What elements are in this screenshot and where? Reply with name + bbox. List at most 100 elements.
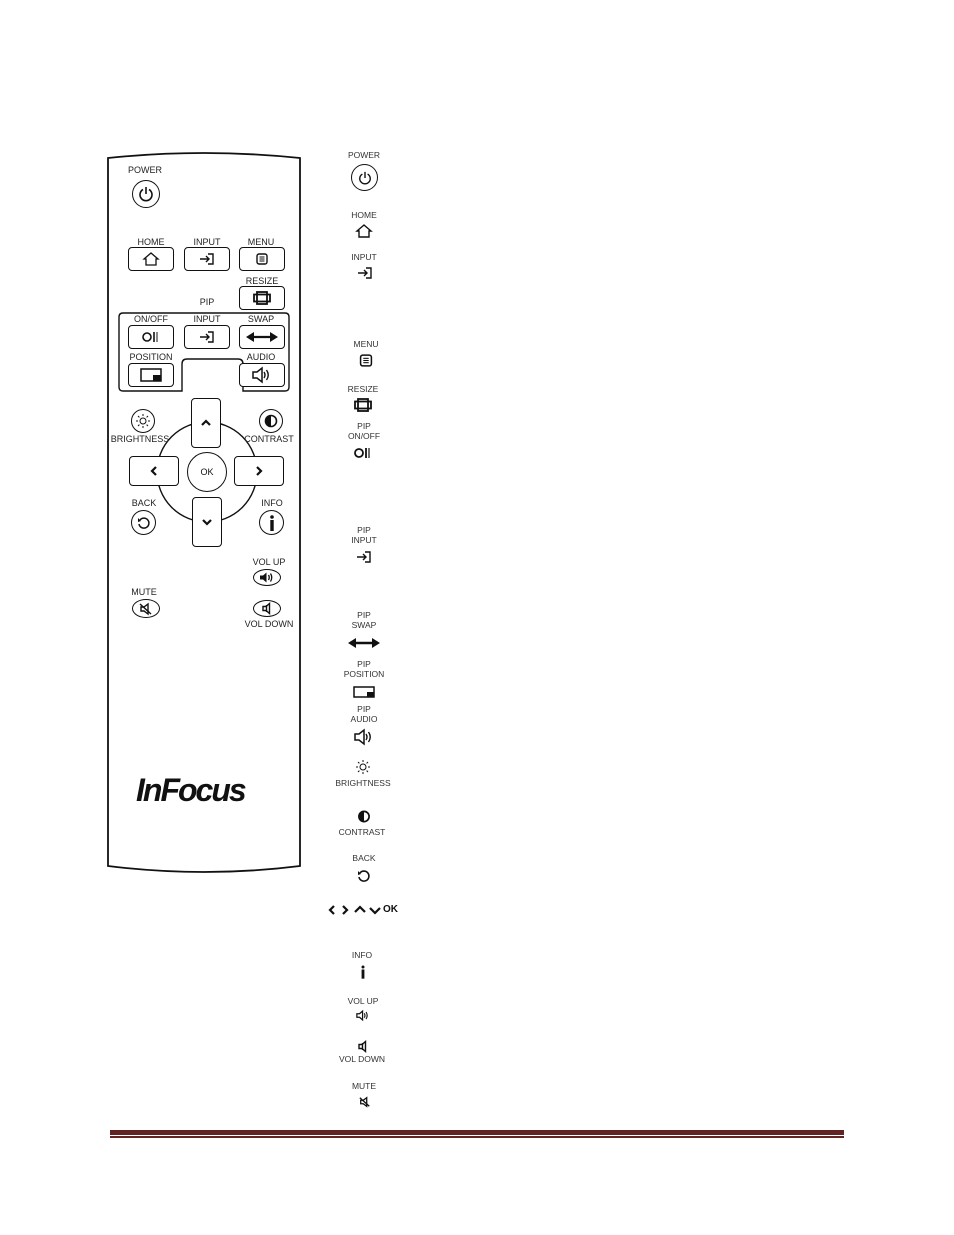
legend-volume-down-icon <box>358 1039 367 1054</box>
vol-up-button[interactable] <box>253 569 281 586</box>
pip-swap-label: SWAP <box>247 314 275 324</box>
legend-power-icon <box>351 164 378 191</box>
vol-up-label: VOL UP <box>252 557 286 567</box>
pip-input-button[interactable] <box>184 325 230 349</box>
legend-back-icon <box>358 870 370 882</box>
legend-pip-input-icon <box>357 551 371 563</box>
brightness-button[interactable] <box>131 409 155 433</box>
contrast-icon <box>264 414 278 428</box>
back-label: BACK <box>131 498 157 508</box>
legend-vol-down-label: VOL DOWN <box>339 1054 385 1064</box>
footer-rule-thin <box>110 1136 844 1138</box>
pip-input-icon <box>200 331 214 343</box>
home-button[interactable] <box>128 247 174 271</box>
legend-ok-label: OK <box>383 904 398 915</box>
legend-pip-position-label-2: POSITION <box>343 669 385 679</box>
brightness-label: BRIGHTNESS <box>110 434 170 444</box>
legend-contrast-icon <box>358 810 370 823</box>
legend-mute-label: MUTE <box>351 1081 377 1091</box>
nav-down-button[interactable] <box>192 497 222 547</box>
chevron-left-icon <box>150 466 157 476</box>
back-icon <box>137 516 150 529</box>
nav-right-button[interactable] <box>234 456 284 486</box>
legend-pip-audio-label-2: AUDIO <box>350 714 378 724</box>
back-button[interactable] <box>131 510 156 535</box>
legend-volume-up-icon <box>356 1009 368 1022</box>
chevron-up-icon <box>201 419 211 426</box>
legend-pip-audio-label-1: PIP <box>357 704 371 714</box>
legend-chevron-right-icon <box>342 905 349 915</box>
contrast-label: CONTRAST <box>244 434 294 444</box>
pip-onoff-label: ON/OFF <box>134 314 168 324</box>
menu-label: MENU <box>247 237 275 247</box>
pip-swap-button[interactable] <box>239 325 285 349</box>
power-label: POWER <box>127 165 163 175</box>
input-icon <box>200 253 214 265</box>
mute-icon <box>139 602 152 615</box>
legend-info-icon <box>361 965 365 979</box>
legend-menu-icon <box>359 354 373 367</box>
legend-pip-position-icon <box>353 686 375 698</box>
pip-onoff-icon <box>142 332 158 342</box>
info-label: INFO <box>261 498 283 508</box>
legend-pip-swap-label-1: PIP <box>357 610 371 620</box>
legend-vol-up-label: VOL UP <box>347 996 379 1006</box>
legend-resize-icon <box>354 398 372 412</box>
mute-label: MUTE <box>131 587 157 597</box>
brightness-icon <box>136 414 150 428</box>
legend-pip-input-label-2: INPUT <box>351 535 377 545</box>
input-button[interactable] <box>184 247 230 271</box>
vol-down-label: VOL DOWN <box>244 619 294 629</box>
info-button[interactable] <box>259 510 284 535</box>
ok-button[interactable]: OK <box>187 452 227 492</box>
resize-icon <box>253 291 271 305</box>
info-icon <box>269 514 274 531</box>
power-button[interactable] <box>132 180 160 208</box>
nav-left-button[interactable] <box>129 456 179 486</box>
legend-pip-input-label-1: PIP <box>357 525 371 535</box>
resize-button[interactable] <box>239 286 285 310</box>
menu-icon <box>256 253 268 265</box>
legend-chevron-left-icon <box>328 905 335 915</box>
legend-brightness-label: BRIGHTNESS <box>335 778 391 788</box>
chevron-right-icon <box>256 466 263 476</box>
menu-button[interactable] <box>239 247 285 271</box>
mute-button[interactable] <box>132 599 160 618</box>
pip-onoff-button[interactable] <box>128 325 174 349</box>
input-label: INPUT <box>193 237 221 247</box>
swap-arrows-icon <box>246 332 278 342</box>
pip-position-icon <box>140 368 162 382</box>
infocus-logo: InFocus <box>136 772 247 808</box>
legend-pip-onoff-label-2: ON/OFF <box>347 431 381 441</box>
volume-down-icon <box>262 601 271 616</box>
legend-mute-icon <box>359 1096 370 1108</box>
home-label: HOME <box>137 237 165 247</box>
legend-chevron-down-icon <box>369 907 381 915</box>
pip-position-button[interactable] <box>128 363 174 387</box>
legend-power-label: POWER <box>347 150 381 160</box>
legend-swap-arrows-icon <box>348 638 380 648</box>
pip-position-label: POSITION <box>129 352 173 362</box>
volume-up-icon <box>260 572 273 583</box>
pip-label: PIP <box>199 297 215 307</box>
resize-label: RESIZE <box>245 276 279 286</box>
legend-input-icon <box>358 267 372 279</box>
contrast-button[interactable] <box>259 409 283 433</box>
pip-audio-label: AUDIO <box>246 352 276 362</box>
home-icon <box>142 252 160 266</box>
legend-pip-onoff-icon <box>354 448 370 458</box>
legend-back-label: BACK <box>352 853 376 863</box>
vol-down-button[interactable] <box>253 600 281 617</box>
legend-info-label: INFO <box>351 950 373 960</box>
legend-speaker-icon <box>354 728 371 746</box>
footer-rule-thick <box>110 1130 844 1135</box>
speaker-icon <box>252 366 269 384</box>
legend-chevron-up-icon <box>354 905 366 913</box>
power-icon <box>139 187 153 202</box>
ok-label: OK <box>200 467 214 477</box>
pip-audio-button[interactable] <box>239 363 285 387</box>
legend-home-icon <box>355 224 373 238</box>
pip-input-label: INPUT <box>193 314 221 324</box>
legend-input-label: INPUT <box>351 252 377 262</box>
nav-up-button[interactable] <box>191 398 221 448</box>
